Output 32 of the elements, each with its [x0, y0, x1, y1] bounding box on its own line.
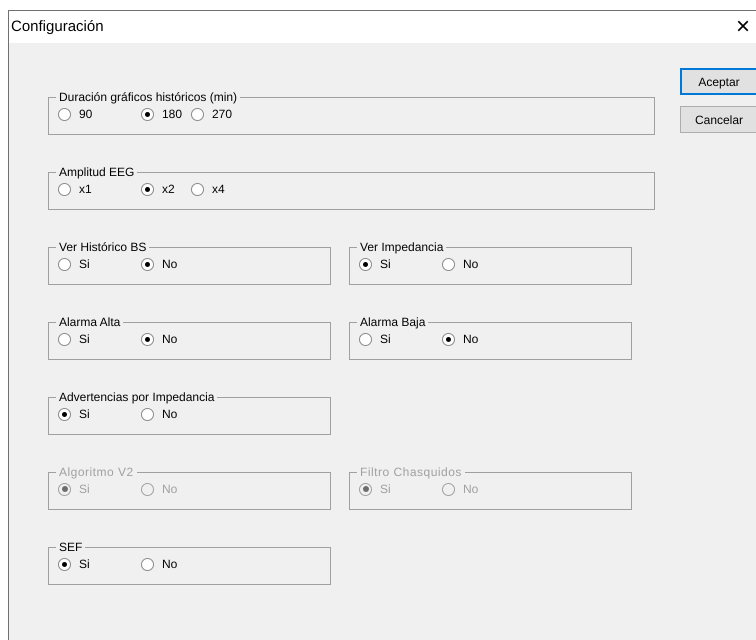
radio-button[interactable]: No — [141, 255, 224, 273]
radio-button[interactable]: No — [141, 555, 224, 573]
dialog-button[interactable]: Cancelar — [680, 106, 756, 133]
window-title: Configuración — [11, 16, 104, 37]
radio-button[interactable]: 90 — [58, 105, 141, 123]
dialog-button[interactable]: Aceptar — [680, 68, 756, 95]
radio-button[interactable]: x2 — [141, 180, 191, 198]
group-title: Alarma Baja — [359, 316, 426, 328]
radio-button[interactable]: Si — [58, 330, 141, 348]
group-title: Duración gráficos históricos (min) — [58, 91, 238, 103]
radio-button[interactable]: Si — [58, 255, 141, 273]
group-title: Advertencias por Impedancia — [58, 391, 216, 403]
radio-button[interactable]: No — [442, 255, 525, 273]
group-title: Amplitud EEG — [58, 166, 136, 178]
radio-button[interactable]: 180 — [141, 105, 191, 123]
group-title: Algoritmo V2 — [58, 466, 135, 478]
radio-button[interactable]: Si — [58, 555, 141, 573]
group-title: SEF — [58, 541, 84, 553]
radio-button[interactable]: No — [442, 330, 525, 348]
radio-button[interactable]: x1 — [58, 180, 141, 198]
radio-button[interactable]: Si — [359, 255, 442, 273]
radio-button[interactable]: No — [141, 330, 224, 348]
group-title: Alarma Alta — [58, 316, 122, 328]
radio-button[interactable]: 270 — [191, 105, 274, 123]
radio-button[interactable]: Si — [359, 330, 442, 348]
group-title: Ver Impedancia — [359, 241, 444, 253]
group-title: Ver Histórico BS — [58, 241, 148, 253]
radio-button[interactable]: x4 — [191, 180, 274, 198]
radio-button[interactable]: Si — [58, 405, 141, 423]
group-title: Filtro Chasquidos — [359, 466, 463, 478]
close-button[interactable]: × — [730, 15, 756, 39]
radio-button[interactable]: No — [141, 405, 224, 423]
